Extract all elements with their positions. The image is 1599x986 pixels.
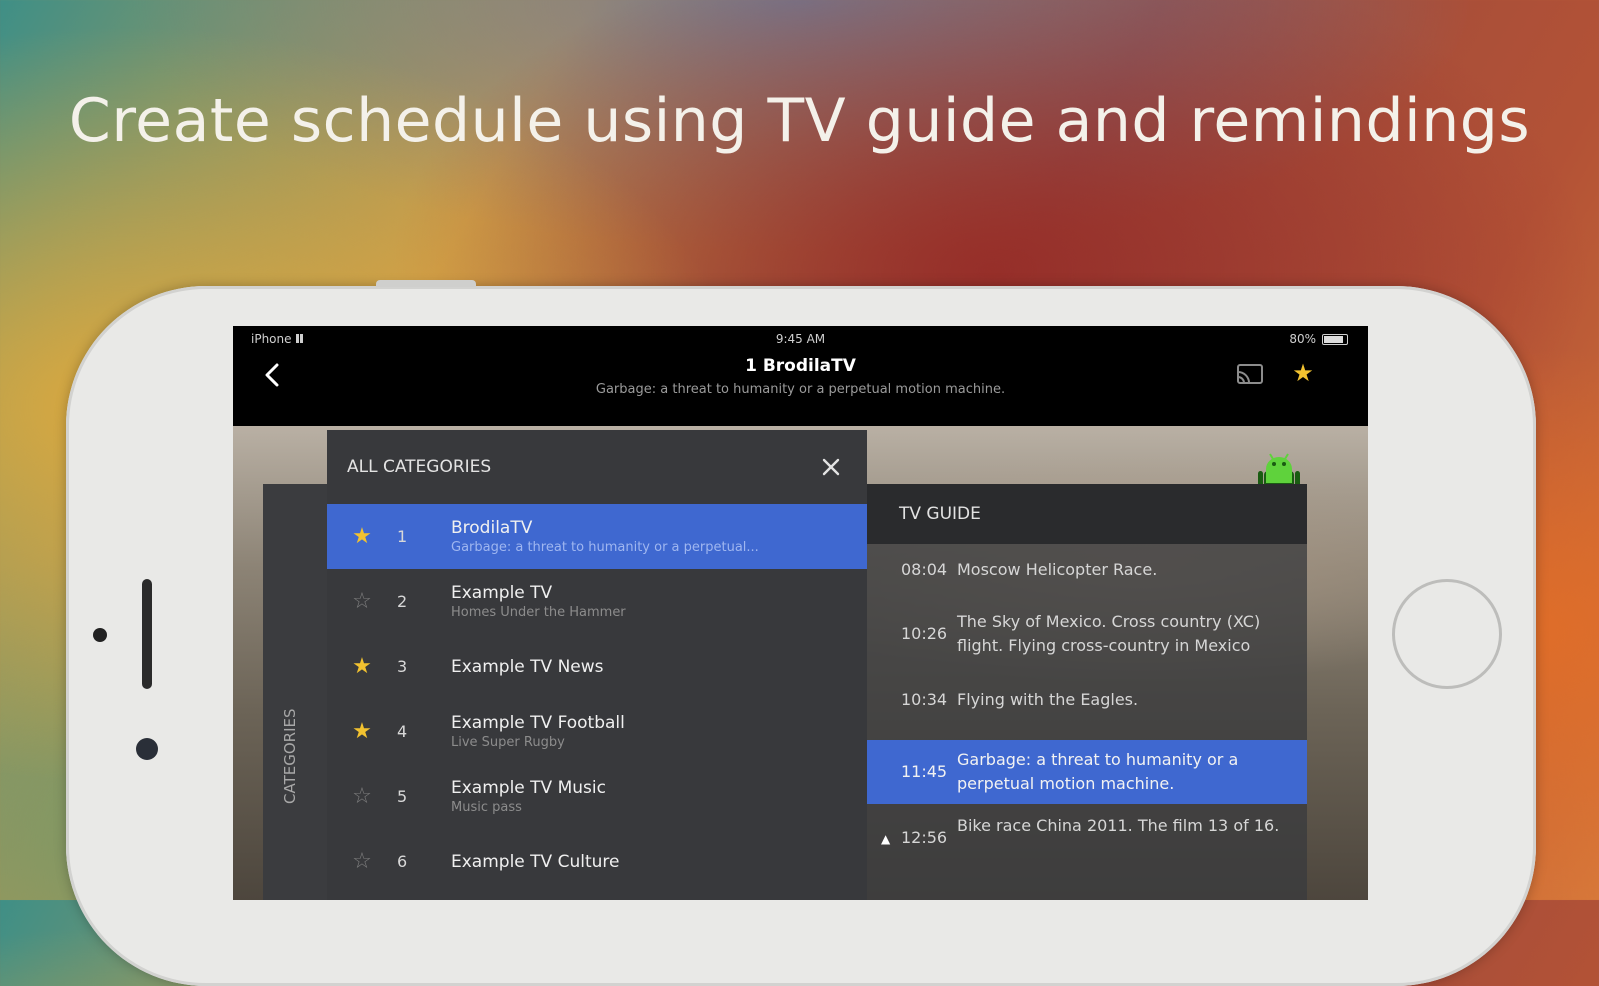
- battery-icon: [1322, 333, 1348, 345]
- channel-row-3[interactable]: ★ 3 Example TV News: [327, 634, 867, 699]
- tv-guide-panel: TV GUIDE 08:04 Moscow Helicopter Race. 1…: [867, 484, 1307, 900]
- star-filled-icon[interactable]: ★: [327, 719, 397, 744]
- battery-percent: 80%: [1289, 332, 1316, 346]
- channel-name: Example TV Culture: [451, 851, 620, 872]
- guide-time: 10:26: [901, 624, 948, 643]
- categories-header: ALL CATEGORIES: [327, 430, 867, 504]
- channel-row-6[interactable]: ☆ 6 Example TV Culture: [327, 829, 867, 894]
- guide-row[interactable]: 10:26 The Sky of Mexico. Cross country (…: [867, 610, 1307, 688]
- headline: Create schedule using TV guide and remin…: [68, 86, 1531, 156]
- channel-name: Example TV News: [451, 656, 604, 677]
- guide-time: 12:56: [901, 828, 948, 847]
- channel-now-playing: Garbage: a threat to humanity or a perpe…: [451, 540, 759, 555]
- channel-number: 4: [397, 722, 408, 741]
- cast-icon[interactable]: [1235, 362, 1265, 388]
- power-button: [376, 280, 476, 287]
- categories-panel: ALL CATEGORIES ★ 1 BrodilaTV Garbage: a …: [327, 430, 867, 900]
- guide-row[interactable]: 08:04 Moscow Helicopter Race.: [867, 558, 1307, 610]
- channel-number: 2: [397, 592, 408, 611]
- app-screen: iPhone 9:45 AM 80% 1 BrodilaTV Garbage: …: [233, 326, 1368, 900]
- guide-program: The Sky of Mexico. Cross country (XC) fl…: [957, 612, 1261, 655]
- channel-name: Example TV Music: [451, 778, 606, 798]
- channel-text: Example TV Culture: [451, 852, 867, 872]
- channel-now-playing: Live Super Rugby: [451, 735, 565, 750]
- nav-bar: 1 BrodilaTV Garbage: a threat to humanit…: [233, 352, 1368, 426]
- guide-program: Bike race China 2011. The film 13 of 16.: [957, 816, 1280, 835]
- channel-text: Example TV Homes Under the Hammer: [451, 583, 867, 620]
- channel-text: Example TV Football Live Super Rugby: [451, 713, 867, 750]
- video-backdrop: CATEGORIES ALL CATEGORIES ★ 1 BrodilaTV …: [233, 426, 1368, 900]
- speaker: [142, 579, 152, 689]
- channel-number: 3: [397, 657, 408, 676]
- channel-subtitle: Garbage: a threat to humanity or a perpe…: [595, 382, 1006, 397]
- guide-time: 11:45: [901, 762, 948, 781]
- channel-now-playing: Homes Under the Hammer: [451, 605, 626, 620]
- clock: 9:45 AM: [775, 332, 826, 346]
- channel-row-4[interactable]: ★ 4 Example TV Football Live Super Rugby: [327, 699, 867, 764]
- channel-name: Example TV Football: [451, 713, 625, 733]
- tv-guide-header: TV GUIDE: [867, 484, 1307, 544]
- guide-row[interactable]: 10:34 Flying with the Eagles.: [867, 688, 1307, 740]
- categories-rail-label: CATEGORIES: [281, 708, 299, 805]
- guide-row-active[interactable]: 11:45 Garbage: a threat to humanity or a…: [867, 740, 1307, 804]
- categories-rail[interactable]: CATEGORIES: [263, 484, 327, 900]
- channel-number: 6: [397, 852, 408, 871]
- channel-name: BrodilaTV: [451, 518, 533, 538]
- channel-number: 5: [397, 787, 408, 806]
- status-bar: iPhone 9:45 AM 80%: [233, 326, 1368, 352]
- star-filled-icon[interactable]: ★: [327, 654, 397, 679]
- guide-row[interactable]: ▲ 12:56 Bike race China 2011. The film 1…: [867, 804, 1307, 868]
- sensor: [93, 628, 107, 642]
- channel-name: Example TV: [451, 583, 553, 603]
- close-icon[interactable]: [819, 455, 843, 479]
- bell-reminder-icon[interactable]: ▲: [881, 814, 901, 846]
- channel-row-2[interactable]: ☆ 2 Example TV Homes Under the Hammer: [327, 569, 867, 634]
- channel-number: 1: [397, 527, 408, 546]
- channel-now-playing: Music pass: [451, 800, 522, 815]
- categories-title: ALL CATEGORIES: [347, 457, 492, 477]
- guide-time: 10:34: [901, 690, 948, 709]
- star-outline-icon[interactable]: ☆: [327, 849, 397, 874]
- favorite-star-icon[interactable]: ★: [1288, 358, 1318, 388]
- channel-title: 1 BrodilaTV: [745, 356, 856, 376]
- guide-program: Garbage: a threat to humanity or a perpe…: [957, 750, 1239, 793]
- guide-program: Flying with the Eagles.: [957, 690, 1139, 709]
- channel-text: Example TV News: [451, 657, 867, 677]
- battery-status: 80%: [1289, 332, 1348, 346]
- home-button[interactable]: [1392, 579, 1502, 689]
- channel-row-1[interactable]: ★ 1 BrodilaTV Garbage: a threat to human…: [327, 504, 867, 569]
- star-outline-icon[interactable]: ☆: [327, 784, 397, 809]
- channel-text: BrodilaTV Garbage: a threat to humanity …: [451, 518, 867, 555]
- front-camera: [136, 738, 158, 760]
- star-filled-icon[interactable]: ★: [327, 524, 397, 549]
- channel-text: Example TV Music Music pass: [451, 778, 867, 815]
- guide-time: 08:04: [901, 560, 948, 579]
- star-outline-icon[interactable]: ☆: [327, 589, 397, 614]
- guide-program: Moscow Helicopter Race.: [957, 560, 1158, 579]
- channel-row-5[interactable]: ☆ 5 Example TV Music Music pass: [327, 764, 867, 829]
